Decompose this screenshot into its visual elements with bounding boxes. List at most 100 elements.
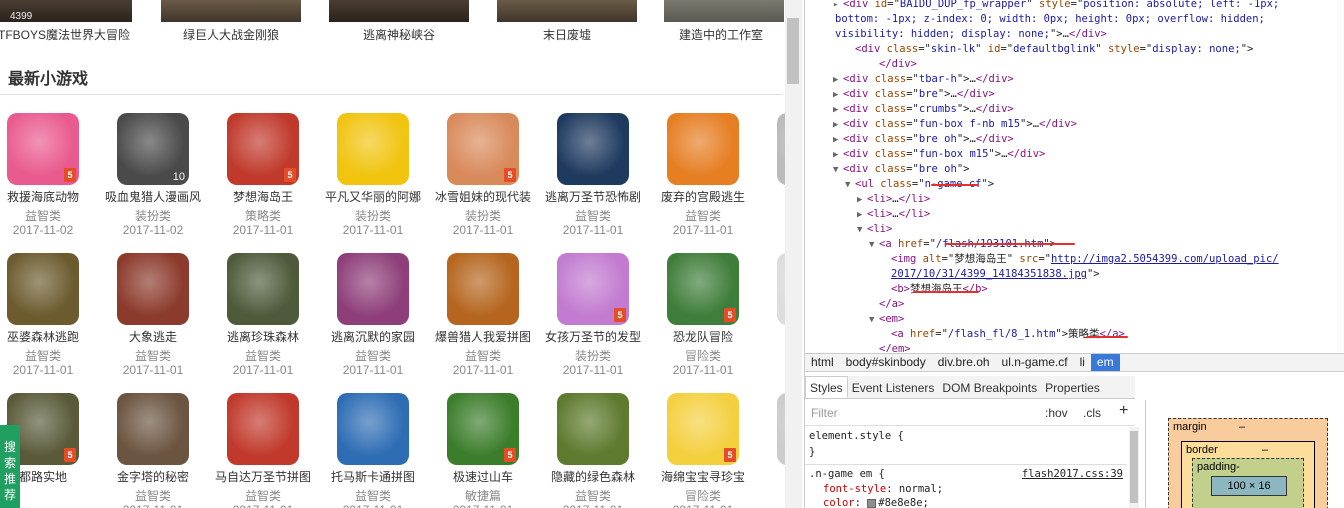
game-category[interactable]: 装扮类 (98, 207, 208, 223)
dom-node-line[interactable]: ▼ <em> (869, 312, 904, 327)
top-game-thumbnail[interactable]: 4399 (0, 0, 132, 22)
breadcrumb-item[interactable]: ul.n-game.cf (996, 354, 1074, 371)
game-thumbnail[interactable]: 5 (667, 393, 739, 465)
game-name[interactable]: 逃离沉默的家园 (318, 328, 428, 344)
game-tile[interactable]: 隐藏的绿色森林益智类2017-11-01 (538, 393, 648, 508)
dom-node-line[interactable]: ▶ <div class="bre">…</div> (833, 87, 995, 102)
game-category[interactable] (758, 487, 785, 502)
game-category[interactable]: 装扮类 (428, 207, 538, 223)
game-name[interactable]: 救援海底动物 (0, 188, 98, 204)
expand-triangle-icon[interactable]: ▶ (833, 133, 843, 148)
top-game-thumbnail[interactable] (497, 0, 637, 22)
game-tile[interactable]: 托马斯卡通拼图益智类2017-11-01 (318, 393, 428, 508)
collapse-triangle-icon[interactable]: ▼ (845, 178, 855, 193)
game-name[interactable]: 逃离万圣节恐怖剧 (538, 188, 648, 204)
game-thumbnail[interactable] (777, 393, 785, 465)
color-declaration[interactable]: color: #8e8e8e; (823, 496, 929, 508)
collapse-triangle-icon[interactable]: ▼ (869, 238, 879, 253)
game-thumbnail[interactable] (337, 253, 409, 325)
breadcrumb-item[interactable]: html (805, 354, 840, 371)
dom-node-line[interactable]: visibility: hidden; display: none;">…</d… (835, 27, 1107, 42)
expand-triangle-icon[interactable]: ▶ (857, 193, 867, 208)
game-tile[interactable]: 大象逃走 益智类 2017-11-01 (98, 253, 208, 378)
game-category[interactable]: 益智类 (98, 347, 208, 363)
tab-dom-breakpoints[interactable]: DOM Breakpoints (938, 377, 1041, 399)
game-name[interactable]: 梦想海岛王 (208, 188, 318, 204)
expand-triangle-icon[interactable]: ▶ (833, 88, 843, 103)
elements-scrollbar[interactable] (1337, 0, 1344, 352)
game-category[interactable]: 益智类 (0, 207, 98, 223)
game-tile[interactable]: 逃离沉默的家园 益智类 2017-11-01 (318, 253, 428, 378)
game-thumbnail[interactable]: 5 (557, 253, 629, 325)
game-category[interactable] (758, 347, 785, 362)
styles-scrollbar[interactable] (1129, 427, 1139, 508)
breadcrumb-item[interactable]: body#skinbody (840, 354, 932, 371)
box-border[interactable]: border – padding- 100 × 16 (1181, 441, 1315, 508)
game-tile[interactable] (758, 253, 785, 378)
expand-triangle-icon[interactable]: ▶ (833, 118, 843, 133)
game-tile[interactable]: 金字塔的秘密益智类2017-11-01 (98, 393, 208, 508)
game-name[interactable]: 恐龙队冒险 (648, 328, 758, 344)
tab-event-listeners[interactable]: Event Listeners (848, 377, 939, 399)
dom-node-line[interactable]: 2017/10/31/4399_14184351838.jpg"> (881, 267, 1100, 282)
font-style-declaration[interactable]: font-style: normal; (823, 482, 943, 496)
dom-node-line[interactable]: <img alt="梦想海岛王" src="http://imga2.50543… (881, 252, 1279, 267)
game-category[interactable]: 装扮类 (538, 347, 648, 363)
game-name[interactable]: 托马斯卡通拼图 (318, 468, 428, 484)
ngame-em-selector[interactable]: .n-game em { (809, 467, 885, 481)
game-category[interactable]: 益智类 (208, 347, 318, 363)
collapse-triangle-icon[interactable]: ▼ (833, 163, 843, 178)
dom-node-line[interactable]: </div> (869, 57, 917, 72)
game-tile[interactable]: 5 极速过山车敏捷篇2017-11-01 (428, 393, 538, 508)
page-scrollbar[interactable] (785, 0, 802, 508)
game-name[interactable]: 爆兽猎人我爱拼图 (428, 328, 538, 344)
game-tile[interactable]: 5 女孩万圣节的发型 装扮类 2017-11-01 (538, 253, 648, 378)
game-category[interactable]: 益智类 (0, 347, 98, 363)
game-name[interactable]: 废弃的宫殿逃生 (648, 188, 758, 204)
dom-node-line[interactable]: ▶ <div class="fun-box f-nb m15">…</div> (833, 117, 1077, 132)
top-game-thumbnail[interactable] (664, 0, 784, 22)
game-name[interactable]: 平凡又华丽的阿娜 (318, 188, 428, 204)
game-tile[interactable]: 爆兽猎人我爱拼图 益智类 2017-11-01 (428, 253, 538, 378)
game-thumbnail[interactable] (337, 393, 409, 465)
game-thumbnail[interactable] (337, 113, 409, 185)
dom-node-line[interactable]: </em> (869, 342, 911, 352)
game-tile[interactable]: 5 救援海底动物 益智类 2017-11-02 (0, 113, 98, 238)
top-game-label[interactable]: TFBOYS魔法世界大冒险 (0, 26, 130, 43)
breadcrumb-item[interactable]: em (1090, 354, 1120, 371)
dom-node-line[interactable]: ▼ <div class="bre oh"> (833, 162, 969, 177)
game-category[interactable]: 益智类 (538, 487, 648, 503)
dom-node-line[interactable]: <a href="/flash_fl/8_1.htm">策略类</a> (881, 327, 1125, 342)
top-game-label[interactable]: 末日废墟 (501, 26, 633, 43)
game-name[interactable]: 海绵宝宝寻珍宝 (648, 468, 758, 484)
elements-tree[interactable]: ▸ <div id="BAIDU_DUP_fp_wrapper" style="p… (805, 0, 1344, 352)
game-category[interactable]: 装扮类 (318, 207, 428, 223)
game-tile[interactable]: 5 恐龙队冒险 冒险类 2017-11-01 (648, 253, 758, 378)
game-category[interactable]: 益智类 (538, 207, 648, 223)
hov-toggle[interactable]: :hov (1045, 406, 1068, 420)
game-name[interactable]: 冰雪姐妹的现代装 (428, 188, 538, 204)
game-category[interactable]: 冒险类 (648, 487, 758, 503)
dom-node-line[interactable]: ▶ <li>…</li> (857, 207, 930, 222)
game-category[interactable]: 益智类 (318, 487, 428, 503)
game-tile[interactable]: 10 吸血鬼猎人漫画风 装扮类 2017-11-02 (98, 113, 208, 238)
game-name[interactable]: 吸血鬼猎人漫画风 (98, 188, 208, 204)
dom-node-line[interactable]: ▶ <div class="tbar-h">…</div> (833, 72, 1014, 87)
game-tile[interactable]: 平凡又华丽的阿娜 装扮类 2017-11-01 (318, 113, 428, 238)
game-tile[interactable]: 5 冰雪姐妹的现代装 装扮类 2017-11-01 (428, 113, 538, 238)
filter-input[interactable]: Filter (811, 406, 838, 420)
game-thumbnail[interactable] (447, 253, 519, 325)
game-tile[interactable]: 马自达万圣节拼图益智类2017-11-01 (208, 393, 318, 508)
styles-scrollbar-thumb[interactable] (1130, 431, 1138, 503)
markup-token[interactable]: 2017/10/31/4399_14184351838.jpg (891, 268, 1087, 280)
game-tile[interactable]: 逃离珍珠森林 益智类 2017-11-01 (208, 253, 318, 378)
page-scrollbar-thumb[interactable] (787, 18, 799, 84)
css-source-link[interactable]: flash2017.css:39 (1022, 467, 1123, 481)
game-thumbnail[interactable] (227, 393, 299, 465)
game-category[interactable]: 益智类 (98, 487, 208, 503)
game-category[interactable]: 益智类 (648, 207, 758, 223)
element-style-selector[interactable]: element.style { (809, 429, 904, 443)
game-thumbnail[interactable]: 5 (7, 113, 79, 185)
game-category[interactable]: 益智类 (318, 347, 428, 363)
game-name[interactable] (758, 328, 785, 344)
